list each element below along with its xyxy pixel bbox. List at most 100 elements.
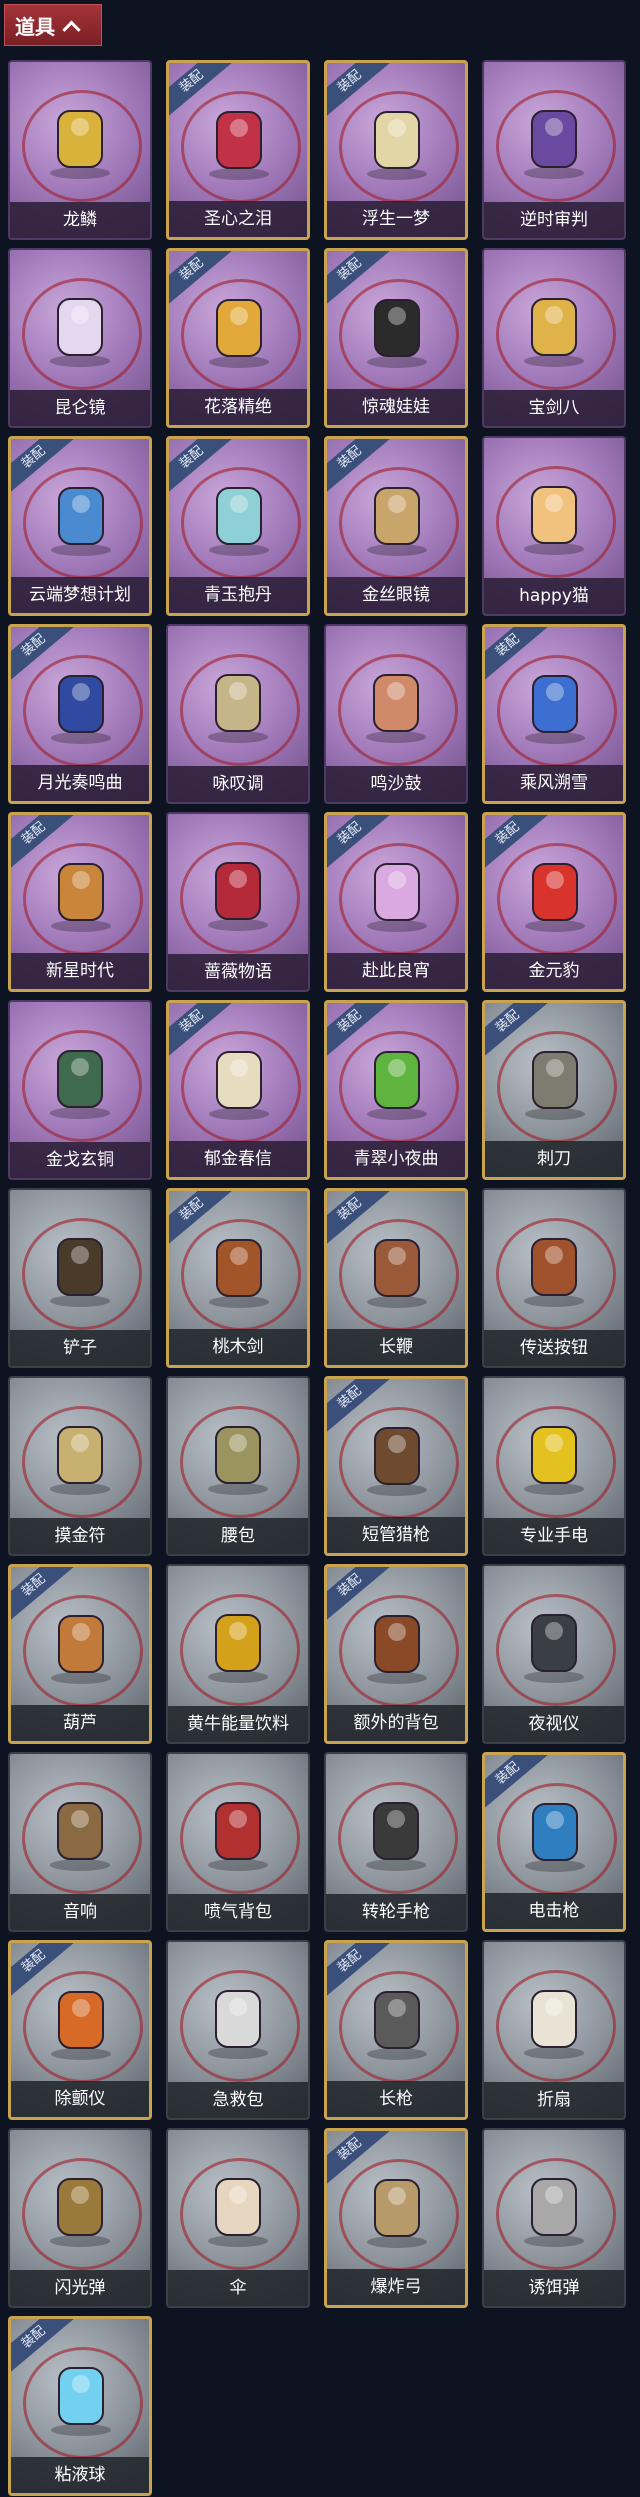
item-card[interactable]: 装配 刺刀 (482, 1000, 626, 1180)
item-card[interactable]: 装配 青翠小夜曲 (324, 1000, 468, 1180)
item-card[interactable]: 装配 额外的背包 (324, 1564, 468, 1744)
flashbang-icon (10, 2142, 150, 2272)
item-card[interactable]: 喷气背包 (166, 1752, 310, 1932)
item-card[interactable]: 装配 花落精绝 (166, 248, 310, 428)
item-card[interactable]: 蔷薇物语 (166, 812, 310, 992)
item-card[interactable]: 折扇 (482, 1940, 626, 2120)
item-card[interactable]: 装配 浮生一梦 (324, 60, 468, 240)
item-card[interactable]: 急救包 (166, 1940, 310, 2120)
jetpack-icon (168, 1766, 308, 1896)
item-card[interactable]: 宝剑八 (482, 248, 626, 428)
item-card[interactable]: 诱饵弹 (482, 2128, 626, 2308)
item-card[interactable]: 龙鳞 (8, 60, 152, 240)
item-name: 急救包 (168, 2082, 308, 2118)
item-card[interactable]: 装配 惊魂娃娃 (324, 248, 468, 428)
item-name: 折扇 (484, 2082, 624, 2118)
item-card[interactable]: 装配 桃木剑 (166, 1188, 310, 1368)
item-name: 额外的背包 (327, 1705, 465, 1741)
item-name: 刺刀 (485, 1141, 623, 1177)
item-name: 花落精绝 (169, 389, 307, 425)
item-name: 浮生一梦 (327, 201, 465, 237)
item-card[interactable]: 装配 郁金春信 (166, 1000, 310, 1180)
item-card[interactable]: 伞 (166, 2128, 310, 2308)
medkit-icon (168, 826, 308, 956)
item-card[interactable]: 昆仑镜 (8, 248, 152, 428)
item-card[interactable]: 转轮手枪 (324, 1752, 468, 1932)
item-name: 传送按钮 (484, 1330, 624, 1366)
item-card[interactable]: 音响 (8, 1752, 152, 1932)
item-card[interactable]: 装配 云端梦想计划 (8, 436, 152, 616)
item-name: 青玉抱丹 (169, 577, 307, 613)
item-name: happy猫 (484, 578, 624, 614)
gold-corner-frame (126, 2319, 149, 2342)
item-card[interactable]: 咏叹调 (166, 624, 310, 804)
gold-corner-frame (126, 1943, 149, 1966)
item-card[interactable]: 装配 新星时代 (8, 812, 152, 992)
item-card[interactable]: 装配 葫芦 (8, 1564, 152, 1744)
can-icon (168, 1578, 308, 1708)
item-name: 蔷薇物语 (168, 954, 308, 990)
pocket-watch-icon (484, 74, 624, 204)
item-card[interactable]: 装配 青玉抱丹 (166, 436, 310, 616)
item-name: 惊魂娃娃 (327, 389, 465, 425)
chevron-up-icon (62, 20, 81, 39)
item-card[interactable]: 逆时审判 (482, 60, 626, 240)
drum-icon (326, 638, 466, 768)
item-card[interactable]: 装配 长鞭 (324, 1188, 468, 1368)
gold-corner-frame (600, 1003, 623, 1026)
gold-corner-frame (284, 63, 307, 86)
item-card[interactable]: 装配 长枪 (324, 1940, 468, 2120)
item-card[interactable]: 装配 圣心之泪 (166, 60, 310, 240)
item-card[interactable]: 装配 除颤仪 (8, 1940, 152, 2120)
gold-corner-frame (442, 1379, 465, 1402)
item-card[interactable]: 装配 粘液球 (8, 2316, 152, 2496)
item-card[interactable]: 铲子 (8, 1188, 152, 1368)
mirror-icon (10, 262, 150, 392)
item-card[interactable]: 装配 电击枪 (482, 1752, 626, 1932)
item-card[interactable]: 装配 爆炸弓 (324, 2128, 468, 2308)
item-card[interactable]: 装配 乘风溯雪 (482, 624, 626, 804)
gold-corner-frame (442, 63, 465, 86)
item-card[interactable]: 传送按钮 (482, 1188, 626, 1368)
gold-corner-frame (284, 439, 307, 462)
pistol-icon (326, 1766, 466, 1896)
item-name: 鸣沙鼓 (326, 766, 466, 802)
item-name: 圣心之泪 (169, 201, 307, 237)
gold-corner-frame (126, 439, 149, 462)
item-card[interactable]: 金戈玄铜 (8, 1000, 152, 1180)
item-name: 乘风溯雪 (485, 765, 623, 801)
gold-corner-frame (442, 1943, 465, 1966)
item-card[interactable]: 装配 金元豹 (482, 812, 626, 992)
gold-corner-frame (126, 627, 149, 650)
gold-corner-frame (442, 1567, 465, 1590)
item-card[interactable]: 黄牛能量饮料 (166, 1564, 310, 1744)
item-name: 专业手电 (484, 1518, 624, 1554)
item-card[interactable]: happy猫 (482, 436, 626, 616)
item-card[interactable]: 腰包 (166, 1376, 310, 1556)
gold-corner-frame (600, 627, 623, 650)
item-card[interactable]: 装配 短管猎枪 (324, 1376, 468, 1556)
golden-key-icon (10, 74, 150, 204)
item-card[interactable]: 专业手电 (482, 1376, 626, 1556)
gold-corner-frame (126, 1567, 149, 1590)
item-name: 诱饵弹 (484, 2270, 624, 2306)
item-card[interactable]: 装配 金丝眼镜 (324, 436, 468, 616)
category-dropdown[interactable]: 道具 (4, 4, 102, 46)
item-card[interactable]: 鸣沙鼓 (324, 624, 468, 804)
item-card[interactable]: 装配 月光奏鸣曲 (8, 624, 152, 804)
item-card[interactable]: 摸金符 (8, 1376, 152, 1556)
item-card[interactable]: 夜视仪 (482, 1564, 626, 1744)
birdcage-icon (168, 638, 308, 768)
item-name: 黄牛能量饮料 (168, 1706, 308, 1742)
heart-icon (484, 262, 624, 392)
item-name: 月光奏鸣曲 (11, 765, 149, 801)
category-title: 道具 (15, 14, 55, 39)
item-name: 摸金符 (10, 1518, 150, 1554)
item-name: 短管猎枪 (327, 1517, 465, 1553)
item-name: 郁金春信 (169, 1141, 307, 1177)
gold-corner-frame (442, 815, 465, 838)
item-name: 伞 (168, 2270, 308, 2306)
item-card[interactable]: 闪光弹 (8, 2128, 152, 2308)
item-card[interactable]: 装配 赴此良宵 (324, 812, 468, 992)
folding-fan-icon (484, 1954, 624, 2084)
